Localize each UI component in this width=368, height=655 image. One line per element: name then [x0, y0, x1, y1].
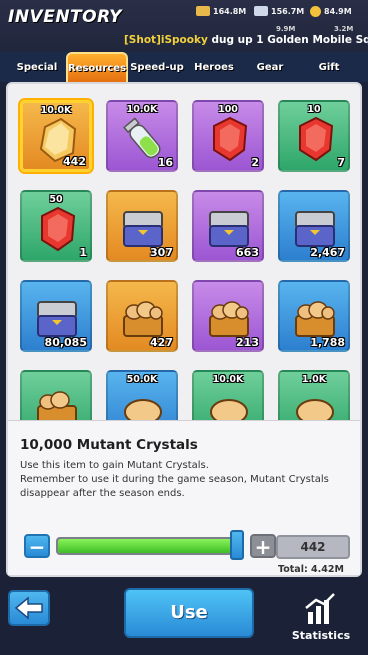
- sub-resource-1: 9.9M: [276, 25, 296, 33]
- resource-wing-value: 156.7M: [271, 6, 305, 16]
- item-count: 442: [63, 155, 86, 168]
- bread-loaf-icon: [210, 399, 248, 420]
- item-cell-food-orange[interactable]: 427: [106, 280, 178, 352]
- resource-coin-value: 84.9M: [324, 7, 352, 16]
- item-cell-mutant-crystal[interactable]: 10.0K 442: [20, 100, 92, 172]
- tab-heroes[interactable]: Heroes: [188, 57, 240, 79]
- item-count: 1: [79, 246, 87, 259]
- item-detail-line2: Remember to use it during the game seaso…: [20, 474, 329, 499]
- gold-bar-icon: [196, 6, 210, 16]
- page-title: INVENTORY: [8, 7, 122, 27]
- item-amount: 10.0K: [212, 374, 244, 385]
- item-count: 2: [251, 156, 259, 169]
- quantity-input[interactable]: 442: [276, 535, 350, 559]
- decrease-button[interactable]: −: [24, 534, 50, 558]
- item-cell-crate-blue[interactable]: 2,467: [278, 190, 350, 262]
- quantity-slider-handle[interactable]: [230, 530, 244, 560]
- item-amount: 10: [307, 104, 321, 115]
- item-cell-bread-1k[interactable]: 1.0K: [278, 370, 350, 420]
- item-count: 1,788: [310, 336, 345, 349]
- ticker-message: dug up 1 Golden Mobile Squad w: [211, 34, 368, 46]
- item-cell-food-green[interactable]: [20, 370, 92, 420]
- item-cell-crate-blue-2[interactable]: 80,085: [20, 280, 92, 352]
- red-gem-icon: [41, 206, 76, 252]
- item-count: 307: [150, 246, 173, 259]
- bread-loaf-icon: [296, 399, 334, 420]
- item-cell-crate-orange[interactable]: 307: [106, 190, 178, 262]
- news-ticker: [Shot]iSpooky dug up 1 Golden Mobile Squ…: [124, 34, 368, 46]
- item-count: 80,085: [44, 336, 87, 349]
- quantity-slider[interactable]: [56, 537, 238, 555]
- resource-gold-value: 164.8M: [213, 6, 247, 16]
- tab-resources[interactable]: Resources: [66, 52, 128, 82]
- use-button[interactable]: Use: [124, 588, 254, 638]
- resource-wing[interactable]: 156.7M: [254, 6, 304, 16]
- ticker-player-name: [Shot]iSpooky: [124, 34, 208, 46]
- red-gem-icon: [299, 116, 334, 162]
- coin-icon: [310, 6, 321, 17]
- quantity-slider-fill: [58, 539, 236, 553]
- red-gem-icon: [213, 116, 248, 162]
- tab-special[interactable]: Special: [10, 57, 64, 79]
- item-cell-gem-100[interactable]: 100 2: [192, 100, 264, 172]
- tab-gift[interactable]: Gift: [306, 57, 352, 79]
- item-detail-description: Use this item to gain Mutant Crystals. R…: [20, 459, 350, 501]
- item-cell-gem-10[interactable]: 10 7: [278, 100, 350, 172]
- category-tabs: Special Resources Speed-up Heroes Gear G…: [0, 52, 368, 82]
- statistics-label: Statistics: [291, 629, 351, 642]
- bread-loaf-icon: [124, 399, 162, 420]
- item-cell-food-purple[interactable]: 213: [192, 280, 264, 352]
- total-amount: Total: 4.42M: [278, 564, 344, 575]
- tab-gear[interactable]: Gear: [248, 57, 292, 79]
- item-count: 663: [236, 246, 259, 259]
- item-amount: 50.0K: [126, 374, 158, 385]
- item-detail-line1: Use this item to gain Mutant Crystals.: [20, 460, 209, 471]
- item-count: 2,467: [310, 246, 345, 259]
- top-bar: INVENTORY 164.8M 156.7M 84.9M 9.9M 3.2M …: [0, 0, 368, 52]
- bread-basket-icon: [37, 391, 77, 420]
- increase-button[interactable]: +: [250, 534, 276, 558]
- item-amount: 100: [218, 104, 238, 115]
- resource-coin[interactable]: 84.9M: [310, 6, 352, 17]
- item-count: 7: [337, 156, 345, 169]
- wing-icon: [254, 6, 268, 16]
- item-amount: 50: [49, 194, 63, 205]
- item-count: 16: [157, 156, 173, 169]
- item-count: 427: [150, 336, 173, 349]
- item-amount: 1.0K: [301, 374, 327, 385]
- sub-resource-2: 3.2M: [334, 25, 354, 33]
- item-cell-food-blue[interactable]: 1,788: [278, 280, 350, 352]
- tab-speed-up[interactable]: Speed-up: [128, 57, 186, 79]
- bottom-bar: Use Statistics: [0, 578, 368, 655]
- back-button[interactable]: [8, 590, 50, 626]
- item-cell-bread-10k[interactable]: 10.0K: [192, 370, 264, 420]
- item-amount: 10.0K: [126, 104, 158, 115]
- resource-gold[interactable]: 164.8M: [196, 6, 246, 16]
- item-count: 213: [236, 336, 259, 349]
- inventory-panel: 10.0K 442 10.0K 16 100 2 10 7 50 1 307 6…: [6, 82, 362, 577]
- item-cell-crate-purple[interactable]: 663: [192, 190, 264, 262]
- item-cell-gem-50[interactable]: 50 1: [20, 190, 92, 262]
- item-cell-serum[interactable]: 10.0K 16: [106, 100, 178, 172]
- item-amount: 10.0K: [40, 105, 72, 116]
- item-grid: 10.0K 442 10.0K 16 100 2 10 7 50 1 307 6…: [8, 84, 360, 420]
- item-detail-title: 10,000 Mutant Crystals: [20, 437, 198, 453]
- statistics-button[interactable]: Statistics: [286, 592, 356, 642]
- back-arrow-icon: [14, 596, 43, 620]
- item-cell-bread-50k[interactable]: 50.0K: [106, 370, 178, 420]
- statistics-icon: [305, 593, 335, 624]
